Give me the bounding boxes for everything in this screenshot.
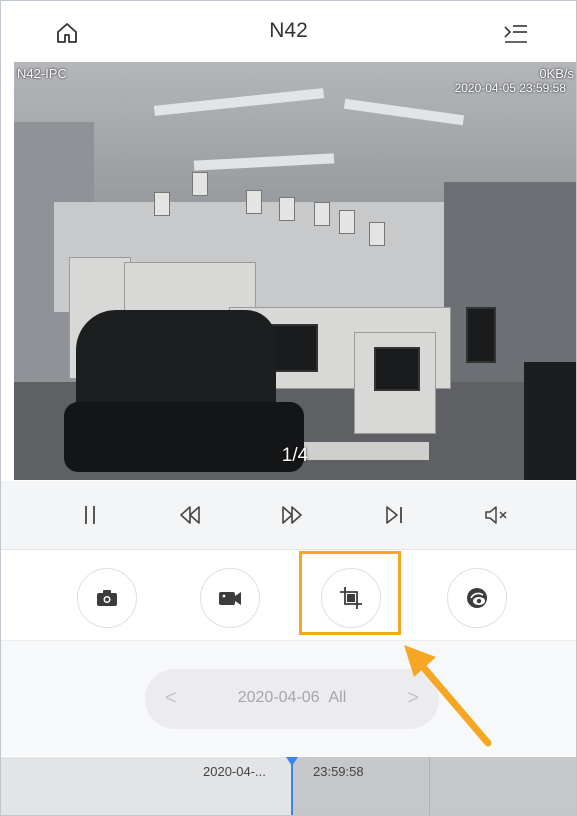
- timeline[interactable]: 2020-04-... 23:59:58: [1, 757, 576, 815]
- timeline-time-label: 23:59:58: [313, 764, 364, 779]
- video-poster: [154, 192, 170, 216]
- mute-icon[interactable]: [483, 503, 511, 527]
- playback-controls: [1, 481, 576, 550]
- header: N42: [1, 1, 576, 61]
- action-buttons: [1, 550, 576, 641]
- page-counter: 1/4: [281, 445, 309, 466]
- video-timestamp: 2020-04-05 23:59:58: [454, 81, 566, 95]
- page-title: N42: [269, 19, 308, 42]
- app-frame: N42 N42-IPC 0KB/s 2020-04-05 23:59:58 1/…: [0, 0, 577, 816]
- date-display: 2020-04-06 All: [145, 689, 439, 707]
- date-selector[interactable]: < 2020-04-06 All >: [145, 669, 439, 729]
- video-record-icon: [219, 592, 241, 605]
- video-poster: [314, 202, 330, 226]
- video-feed[interactable]: N42-IPC 0KB/s 2020-04-05 23:59:58 1/4: [14, 62, 576, 480]
- video-monitor: [374, 347, 420, 391]
- pause-icon[interactable]: [76, 503, 104, 527]
- rewind-icon[interactable]: [176, 503, 204, 527]
- menu-icon[interactable]: [504, 23, 528, 45]
- video-poster: [246, 190, 262, 214]
- crop-highlight-box: [299, 551, 401, 635]
- eye-playback-button[interactable]: [447, 568, 507, 628]
- camera-icon: [97, 590, 117, 606]
- timeline-cursor-marker: [286, 757, 298, 766]
- annotation-arrow-icon: [404, 645, 492, 747]
- video-monitor: [466, 307, 496, 363]
- video-poster: [339, 210, 355, 234]
- record-filter[interactable]: All: [328, 689, 346, 706]
- next-frame-icon[interactable]: [381, 503, 409, 527]
- channel-name: N42-IPC: [17, 66, 67, 81]
- timeline-date-label: 2020-04-...: [203, 764, 266, 779]
- snapshot-button[interactable]: [77, 568, 137, 628]
- bitrate-label: 0KB/s: [539, 66, 574, 81]
- fast-forward-icon[interactable]: [278, 503, 306, 527]
- playback-eye-icon: [467, 588, 487, 608]
- timeline-tick: [429, 757, 430, 815]
- video-poster: [192, 172, 208, 196]
- record-button[interactable]: [200, 568, 260, 628]
- selected-date: 2020-04-06: [237, 689, 320, 706]
- video-poster: [279, 197, 295, 221]
- video-poster: [369, 222, 385, 246]
